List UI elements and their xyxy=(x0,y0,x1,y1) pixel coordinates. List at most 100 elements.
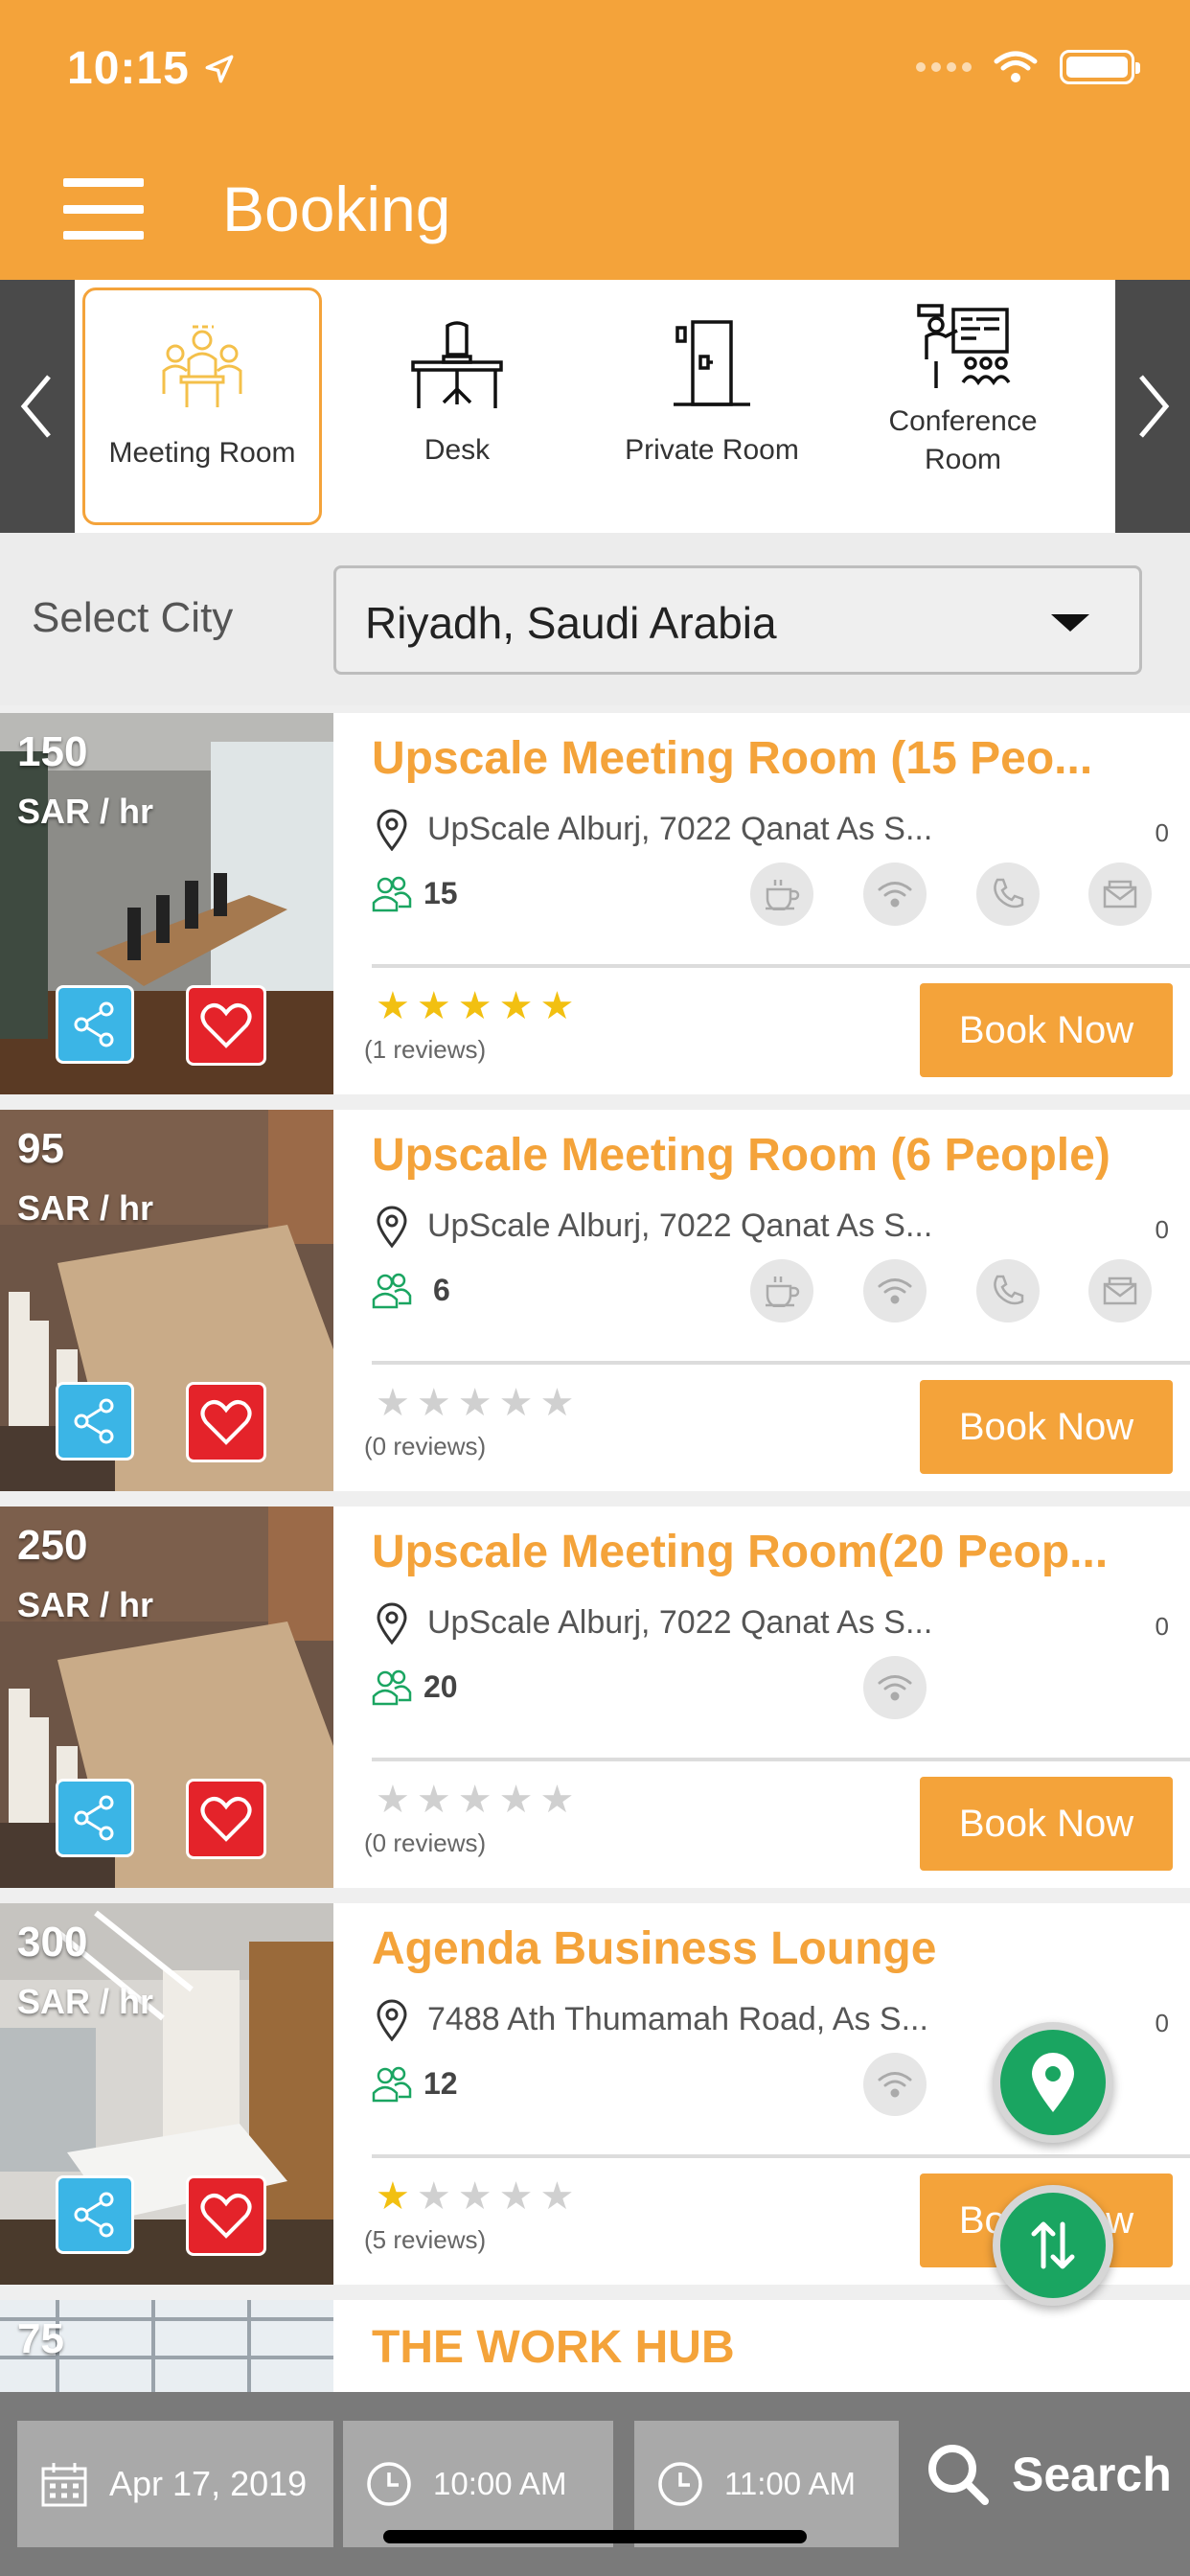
date-picker[interactable]: Apr 17, 2019 xyxy=(17,2421,333,2547)
hamburger-menu-button[interactable] xyxy=(63,178,144,240)
price-unit: SAR / hr xyxy=(17,792,154,831)
star-icon: ★ xyxy=(376,1779,410,1821)
meeting-room-icon xyxy=(154,300,250,434)
listing-address: UpScale Alburj, 7022 Qanat As S... xyxy=(427,1208,933,1244)
share-icon xyxy=(74,1398,114,1444)
price-unit: SAR / hr xyxy=(17,1188,154,1228)
wifi-icon xyxy=(863,1656,927,1719)
heart-icon xyxy=(200,2194,252,2239)
listing-title[interactable]: Upscale Meeting Room (6 People) xyxy=(372,1129,1110,1182)
city-dropdown[interactable]: Riyadh, Saudi Arabia xyxy=(333,565,1142,675)
star-icon: ★ xyxy=(416,985,451,1027)
book-now-button[interactable]: Book Now xyxy=(920,1777,1173,1871)
share-button[interactable] xyxy=(56,1382,134,1460)
share-button[interactable] xyxy=(56,985,134,1064)
room-photo: 250 SAR / hr xyxy=(0,1506,333,1888)
category-label: Conference Room xyxy=(888,405,1038,475)
battery-icon xyxy=(1060,50,1140,84)
clock-icon xyxy=(657,2461,703,2507)
listing-title[interactable]: THE WORK HUB xyxy=(372,2321,735,2374)
coffee-icon xyxy=(750,1259,813,1322)
end-time-picker[interactable]: 11:00 AM xyxy=(634,2421,899,2547)
category-meeting-room[interactable]: Meeting Room xyxy=(82,288,322,525)
wifi-icon xyxy=(863,1259,927,1322)
star-icon: ★ xyxy=(376,985,410,1027)
chevron-right-icon xyxy=(1139,375,1170,438)
listing-distance: 0 xyxy=(1155,818,1169,847)
location-pin-icon xyxy=(377,1602,407,1644)
share-button[interactable] xyxy=(56,2175,134,2254)
conference-room-icon xyxy=(915,297,1011,402)
listing-address: UpScale Alburj, 7022 Qanat As S... xyxy=(427,1604,933,1641)
review-count[interactable]: (1 reviews) xyxy=(364,1035,486,1065)
status-time: 10:15 xyxy=(67,42,236,95)
star-icon: ★ xyxy=(376,1382,410,1424)
map-view-button[interactable] xyxy=(993,2022,1113,2143)
price: 250 xyxy=(17,1522,88,1569)
sort-arrows-icon xyxy=(1031,2221,1075,2269)
book-now-button[interactable]: Book Now xyxy=(920,983,1173,1077)
listing-card[interactable]: 150 SAR / hr Upscale Meeting Room (15 Pe… xyxy=(0,713,1190,1094)
date-value: Apr 17, 2019 xyxy=(109,2464,308,2503)
price: 300 xyxy=(17,1919,88,1966)
listing-title[interactable]: Upscale Meeting Room (15 Peo... xyxy=(372,732,1092,785)
category-conference-room[interactable]: Conference Room xyxy=(843,288,1083,525)
star-icon: ★ xyxy=(416,1779,451,1821)
mail-icon xyxy=(1088,1259,1152,1322)
listing-card[interactable]: 250 SAR / hr Upscale Meeting Room(20 Peo… xyxy=(0,1506,1190,1888)
category-next-button[interactable] xyxy=(1115,280,1190,533)
phone-icon xyxy=(976,1259,1040,1322)
people-icon xyxy=(372,2066,412,2103)
category-desk[interactable]: Desk xyxy=(337,288,577,525)
listing-capacity: 15 xyxy=(423,876,458,910)
share-icon xyxy=(74,1795,114,1841)
rating-stars: ★ ★ ★ ★ ★ xyxy=(376,2177,574,2216)
star-icon: ★ xyxy=(376,2175,410,2218)
listing-distance: 0 xyxy=(1155,1215,1169,1244)
star-icon: ★ xyxy=(539,1779,575,1821)
home-indicator xyxy=(383,2530,807,2543)
listing-card[interactable]: 95 SAR / hr Upscale Meeting Room (6 Peop… xyxy=(0,1110,1190,1491)
coffee-icon xyxy=(750,862,813,926)
review-count[interactable]: (0 reviews) xyxy=(364,1432,486,1461)
location-pin-icon xyxy=(377,809,407,851)
category-prev-button[interactable] xyxy=(0,280,75,533)
favorite-button[interactable] xyxy=(186,1779,266,1859)
rating-stars: ★ ★ ★ ★ ★ xyxy=(376,987,574,1025)
price: 150 xyxy=(17,728,88,775)
listing-distance: 0 xyxy=(1155,2009,1169,2037)
search-icon xyxy=(928,2445,989,2505)
share-button[interactable] xyxy=(56,1779,134,1857)
star-icon: ★ xyxy=(416,1382,451,1424)
share-icon xyxy=(74,1001,114,1047)
star-icon: ★ xyxy=(539,1382,575,1424)
category-private-room[interactable]: Private Room xyxy=(592,288,832,525)
wifi-icon xyxy=(863,862,927,926)
listing-title[interactable]: Upscale Meeting Room(20 Peop... xyxy=(372,1526,1108,1578)
listing-card[interactable]: 75 THE WORK HUB xyxy=(0,2300,1190,2392)
end-time-value: 11:00 AM xyxy=(724,2466,856,2501)
share-icon xyxy=(74,2192,114,2238)
desk-icon xyxy=(409,297,505,431)
location-arrow-icon xyxy=(205,55,234,82)
favorite-button[interactable] xyxy=(186,1382,266,1462)
location-pin-icon xyxy=(377,1206,407,1248)
people-icon xyxy=(372,1273,412,1309)
star-icon: ★ xyxy=(457,1779,492,1821)
review-count[interactable]: (0 reviews) xyxy=(364,1828,486,1858)
start-time-picker[interactable]: 10:00 AM xyxy=(343,2421,613,2547)
divider xyxy=(372,1758,1190,1761)
favorite-button[interactable] xyxy=(186,2175,266,2256)
listing-title[interactable]: Agenda Business Lounge xyxy=(372,1922,936,1975)
review-count[interactable]: (5 reviews) xyxy=(364,2225,486,2255)
wifi-icon xyxy=(863,2053,927,2116)
search-button[interactable]: Search xyxy=(926,2442,1172,2507)
favorite-button[interactable] xyxy=(186,985,266,1066)
star-icon: ★ xyxy=(539,2175,575,2218)
book-now-button[interactable]: Book Now xyxy=(920,1380,1173,1474)
star-icon: ★ xyxy=(539,985,575,1027)
search-label: Search xyxy=(1012,2448,1172,2501)
page-title: Booking xyxy=(222,173,451,244)
price-unit: SAR / hr xyxy=(17,1585,154,1624)
sort-button[interactable] xyxy=(993,2185,1113,2306)
